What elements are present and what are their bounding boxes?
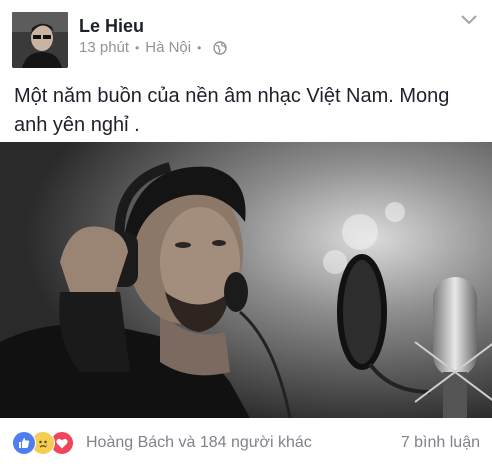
post-photo[interactable]	[0, 142, 492, 418]
facebook-post: Le Hieu 13 phút • Hà Nội • Một năm buồn …	[0, 0, 492, 471]
reactions-bar: Hoàng Bách và 184 người khác 7 bình luận	[0, 418, 492, 471]
post-meta: 13 phút • Hà Nội •	[79, 39, 228, 56]
like-icon	[12, 431, 36, 455]
globe-icon	[213, 40, 228, 55]
author-name[interactable]: Le Hieu	[79, 16, 144, 37]
chevron-down-icon[interactable]	[460, 12, 478, 26]
avatar[interactable]	[12, 12, 68, 68]
post-location[interactable]: Hà Nội	[145, 39, 191, 56]
post-header: Le Hieu 13 phút • Hà Nội •	[0, 0, 492, 75]
post-text: Một năm buồn của nền âm nhạc Việt Nam. M…	[14, 85, 450, 136]
reaction-icons[interactable]	[12, 431, 74, 455]
comment-count[interactable]: 7 bình luận	[401, 434, 480, 452]
post-time[interactable]: 13 phút	[79, 39, 129, 56]
meta-separator-2: •	[197, 40, 202, 55]
meta-separator: •	[135, 40, 140, 55]
reactors-summary[interactable]: Hoàng Bách và 184 người khác	[86, 434, 312, 452]
